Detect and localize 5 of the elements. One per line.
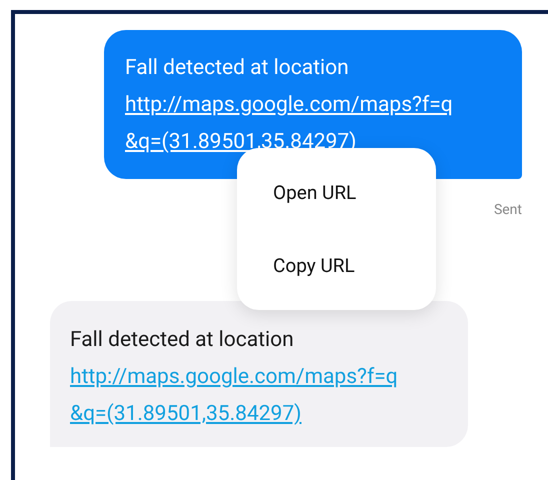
menu-item[interactable]: Open URL — [237, 175, 392, 210]
message-status: Sent — [494, 201, 522, 220]
message-text: Fall detected at location — [70, 327, 295, 354]
menu-item[interactable]: Copy URL — [237, 248, 391, 283]
message-text: Fall detected at location — [125, 55, 350, 82]
